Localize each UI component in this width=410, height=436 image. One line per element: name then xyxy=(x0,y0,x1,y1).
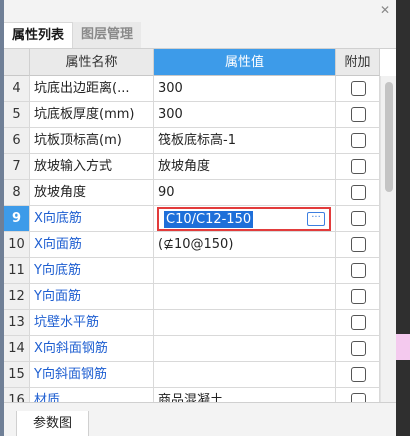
property-value[interactable] xyxy=(154,362,336,388)
attach-checkbox[interactable] xyxy=(351,393,366,402)
row-number: 16 xyxy=(4,388,30,402)
scrollbar-thumb[interactable] xyxy=(385,82,393,192)
property-name: 坑壁水平筋 xyxy=(30,310,154,336)
property-value[interactable]: (⊈10@150) xyxy=(154,232,336,258)
property-name: Y向斜面钢筋 xyxy=(30,362,154,388)
property-value[interactable] xyxy=(154,310,336,336)
row-number: 13 xyxy=(4,310,30,336)
window-right-edge xyxy=(396,0,410,436)
property-name: Y向底筋 xyxy=(30,258,154,284)
attach-checkbox[interactable] xyxy=(351,81,366,96)
attach-checkbox[interactable] xyxy=(351,315,366,330)
row-number: 7 xyxy=(4,154,30,180)
attach-cell xyxy=(336,362,380,388)
row-number: 10 xyxy=(4,232,30,258)
table-row[interactable]: 5 坑底板厚度(mm) 300 xyxy=(4,102,380,128)
property-grid: 属性名称 属性值 附加 4 坑底出边距离(... 300 5 坑底板厚度(mm) 300 6… xyxy=(4,48,396,402)
property-value[interactable] xyxy=(154,336,336,362)
table-row[interactable]: 7 放坡输入方式 放坡角度 xyxy=(4,154,380,180)
property-name: Y向面筋 xyxy=(30,284,154,310)
property-name: X向底筋 xyxy=(30,206,154,232)
attach-checkbox[interactable] xyxy=(351,289,366,304)
attach-checkbox[interactable] xyxy=(351,263,366,278)
vertical-scrollbar[interactable] xyxy=(380,76,396,402)
attach-cell xyxy=(336,258,380,284)
table-row[interactable]: 12 Y向面筋 xyxy=(4,284,380,310)
attach-cell xyxy=(336,128,380,154)
table-row[interactable]: 14 X向斜面钢筋 xyxy=(4,336,380,362)
panel-tabs: 属性列表 图层管理 xyxy=(4,22,142,48)
header-row-number xyxy=(4,49,30,76)
property-name: 坑底板厚度(mm) xyxy=(30,102,154,128)
attach-cell xyxy=(336,310,380,336)
property-value[interactable] xyxy=(154,284,336,310)
property-value[interactable]: 90 xyxy=(154,180,336,206)
tab-layer-management[interactable]: 图层管理 xyxy=(73,22,142,48)
header-property-name: 属性名称 xyxy=(30,49,154,76)
property-panel: ✕ 属性列表 图层管理 属性名称 属性值 附加 4 坑底出边距离(... 300 5 坑… xyxy=(4,0,396,436)
table-row[interactable]: 8 放坡角度 90 xyxy=(4,180,380,206)
attach-cell xyxy=(336,206,380,232)
property-name: X向斜面钢筋 xyxy=(30,336,154,362)
attach-cell xyxy=(336,102,380,128)
property-value[interactable]: 商品混凝土 xyxy=(154,388,336,402)
table-row[interactable]: 4 坑底出边距离(... 300 xyxy=(4,76,380,102)
property-value[interactable]: 筏板底标高-1 xyxy=(154,128,336,154)
attach-cell xyxy=(336,180,380,206)
close-icon[interactable]: ✕ xyxy=(380,3,390,17)
editor-input-text[interactable]: C10/C12-150 xyxy=(164,211,254,228)
row-number: 6 xyxy=(4,128,30,154)
property-name: X向面筋 xyxy=(30,232,154,258)
attach-cell xyxy=(336,76,380,102)
row-number: 9 xyxy=(4,206,30,232)
value-editor[interactable]: C10/C12-150 ··· xyxy=(157,207,331,231)
property-name: 材质 xyxy=(30,388,154,402)
attach-cell xyxy=(336,284,380,310)
row-number: 11 xyxy=(4,258,30,284)
table-row[interactable]: 11 Y向底筋 xyxy=(4,258,380,284)
table-row[interactable]: 9 X向底筋 C10/C12-150 ··· xyxy=(4,206,380,232)
header-property-value: 属性值 xyxy=(154,49,336,76)
attach-cell xyxy=(336,232,380,258)
row-number: 14 xyxy=(4,336,30,362)
table-row[interactable]: 10 X向面筋 (⊈10@150) xyxy=(4,232,380,258)
table-row[interactable]: 16 材质 商品混凝土 xyxy=(4,388,380,402)
row-number: 15 xyxy=(4,362,30,388)
row-number: 8 xyxy=(4,180,30,206)
tab-property-list[interactable]: 属性列表 xyxy=(4,22,74,48)
property-name: 放坡输入方式 xyxy=(30,154,154,180)
table-row[interactable]: 6 坑板顶标高(m) 筏板底标高-1 xyxy=(4,128,380,154)
attach-cell xyxy=(336,154,380,180)
property-value[interactable] xyxy=(154,258,336,284)
header-attach: 附加 xyxy=(336,49,380,76)
property-name: 放坡角度 xyxy=(30,180,154,206)
attach-checkbox[interactable] xyxy=(351,237,366,252)
table-row[interactable]: 15 Y向斜面钢筋 xyxy=(4,362,380,388)
tab-parameter-diagram[interactable]: 参数图 xyxy=(16,411,90,436)
bottom-tab-bar: 参数图 xyxy=(4,402,396,436)
attach-cell xyxy=(336,336,380,362)
attach-cell xyxy=(336,388,380,402)
attach-checkbox[interactable] xyxy=(351,341,366,356)
attach-checkbox[interactable] xyxy=(351,159,366,174)
attach-checkbox[interactable] xyxy=(351,211,366,226)
ellipsis-button[interactable]: ··· xyxy=(307,212,325,226)
attach-checkbox[interactable] xyxy=(351,107,366,122)
row-number: 12 xyxy=(4,284,30,310)
property-value[interactable]: 300 xyxy=(154,76,336,102)
property-name: 坑底出边距离(... xyxy=(30,76,154,102)
panel-title-bar: ✕ xyxy=(4,0,396,20)
background-highlight xyxy=(396,334,410,360)
attach-checkbox[interactable] xyxy=(351,133,366,148)
property-value[interactable]: 300 xyxy=(154,102,336,128)
attach-checkbox[interactable] xyxy=(351,185,366,200)
row-number: 5 xyxy=(4,102,30,128)
attach-checkbox[interactable] xyxy=(351,367,366,382)
row-number: 4 xyxy=(4,76,30,102)
table-row[interactable]: 13 坑壁水平筋 xyxy=(4,310,380,336)
property-name: 坑板顶标高(m) xyxy=(30,128,154,154)
property-value[interactable]: 放坡角度 xyxy=(154,154,336,180)
